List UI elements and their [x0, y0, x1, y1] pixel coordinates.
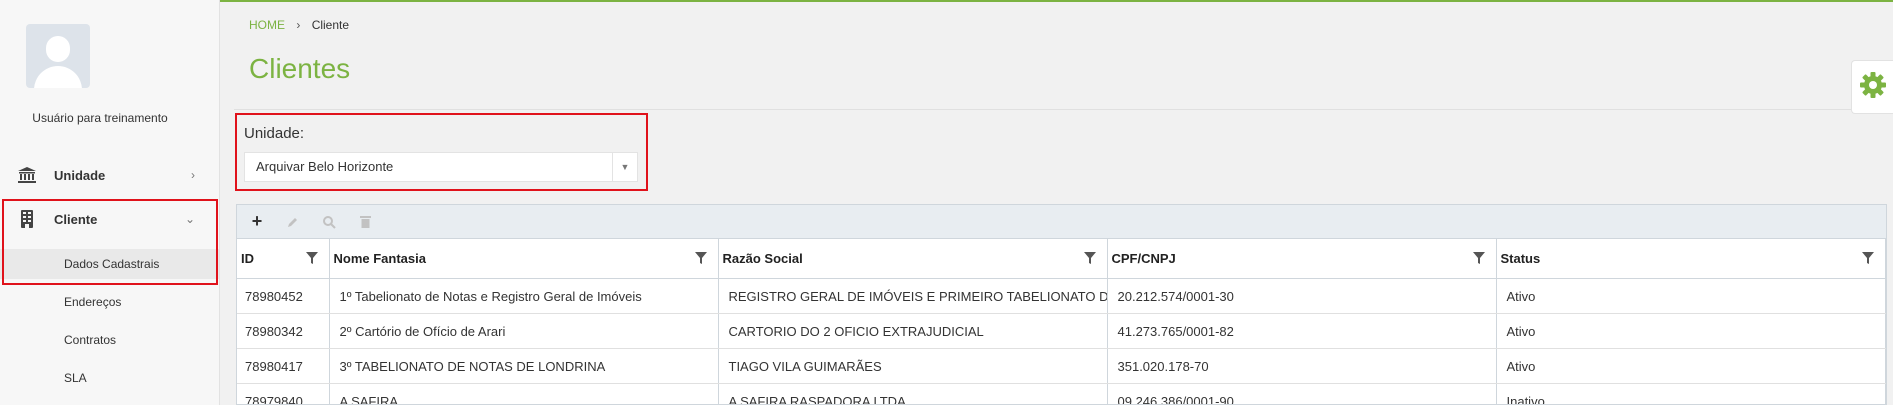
delete-icon[interactable]	[355, 212, 375, 232]
sidebar-item-label: Unidade	[54, 167, 106, 183]
cell-status: Ativo	[1496, 278, 1886, 314]
cell-cpf-cnpj: 41.273.765/0001-82	[1107, 313, 1497, 349]
unidade-selected-value: Arquivar Belo Horizonte	[256, 159, 394, 174]
settings-button[interactable]	[1851, 60, 1893, 114]
grid-toolbar: +	[237, 205, 1886, 239]
avatar-head	[46, 36, 70, 62]
breadcrumb-home-link[interactable]: HOME	[249, 18, 285, 32]
column-header-label: CPF/CNPJ	[1111, 251, 1176, 266]
breadcrumb-current: Cliente	[311, 18, 350, 32]
unidade-label: Unidade:	[244, 125, 305, 142]
avatar-shoulders	[34, 66, 82, 88]
cell-razao-social: A SAFIRA RASPADORA LTDA	[718, 383, 1108, 404]
filter-icon[interactable]	[305, 251, 319, 265]
cell-id: 78980417	[237, 348, 330, 384]
cell-status: Inativo	[1496, 383, 1886, 404]
filter-icon[interactable]	[1472, 251, 1486, 265]
cell-id: 78980342	[237, 313, 330, 349]
cell-status: Ativo	[1496, 313, 1886, 349]
cell-nome-fantasia: 3º TABELIONATO DE NOTAS DE LONDRINA	[329, 348, 719, 384]
sidebar-item-cliente[interactable]: Cliente ⌄	[0, 202, 219, 236]
filter-icon[interactable]	[1861, 251, 1875, 265]
cell-nome-fantasia: 1º Tabelionato de Notas e Registro Geral…	[329, 278, 719, 314]
cell-razao-social: CARTORIO DO 2 OFICIO EXTRAJUDICIAL	[718, 313, 1108, 349]
column-header-label: ID	[241, 251, 254, 266]
table-row[interactable]: 78980417 3º TABELIONATO DE NOTAS DE LOND…	[237, 348, 1886, 384]
gear-icon	[1859, 71, 1887, 104]
dropdown-arrow-icon[interactable]: ▼	[612, 153, 637, 181]
cell-cpf-cnpj: 351.020.178-70	[1107, 348, 1497, 384]
column-header-label: Nome Fantasia	[333, 251, 426, 266]
table-row[interactable]: 78980342 2º Cartório de Ofício de Arari …	[237, 313, 1886, 349]
table-row[interactable]: 78979840 A SAFIRA A SAFIRA RASPADORA LTD…	[237, 383, 1886, 404]
table-header-row: ID Nome Fantasia Razão Social CPF/CNPJ S…	[237, 239, 1886, 279]
sidebar-item-label: Cliente	[54, 211, 98, 227]
cell-razao-social: REGISTRO GERAL DE IMÓVEIS E PRIMEIRO TAB…	[718, 278, 1108, 314]
chevron-down-icon: ⌄	[184, 212, 195, 226]
clients-table: ID Nome Fantasia Razão Social CPF/CNPJ S…	[237, 239, 1886, 404]
column-header-label: Razão Social	[722, 251, 803, 266]
cell-cpf-cnpj: 09.246.386/0001-90	[1107, 383, 1497, 404]
column-header-status[interactable]: Status	[1496, 239, 1886, 279]
title-divider	[234, 109, 1893, 110]
sidebar-subitem-contratos[interactable]: Contratos	[0, 325, 219, 355]
breadcrumb: HOME › Cliente	[249, 18, 349, 32]
cell-cpf-cnpj: 20.212.574/0001-30	[1107, 278, 1497, 314]
search-icon[interactable]	[319, 212, 339, 232]
top-accent-line	[0, 0, 1893, 2]
cell-id: 78980452	[237, 278, 330, 314]
sidebar-subitem-dados-cadastrais[interactable]: Dados Cadastrais	[0, 249, 219, 279]
bank-icon	[18, 166, 36, 184]
column-header-cpf-cnpj[interactable]: CPF/CNPJ	[1107, 239, 1497, 279]
unidade-select[interactable]: Arquivar Belo Horizonte ▼	[244, 152, 638, 182]
cell-nome-fantasia: A SAFIRA	[329, 383, 719, 404]
user-name: Usuário para treinamento	[32, 111, 168, 125]
column-header-nome-fantasia[interactable]: Nome Fantasia	[329, 239, 719, 279]
cell-id: 78979840	[237, 383, 330, 404]
add-icon[interactable]: +	[247, 211, 267, 232]
clients-grid: + ID Nome Fantasia Razão Social CPF/CNPJ…	[236, 204, 1887, 405]
building-icon	[18, 210, 36, 228]
sidebar: Usuário para treinamento Unidade › Clien…	[0, 0, 220, 405]
sidebar-item-unidade[interactable]: Unidade ›	[0, 158, 219, 192]
sidebar-subitem-sla[interactable]: SLA	[0, 363, 219, 393]
column-header-label: Status	[1500, 251, 1541, 266]
filter-icon[interactable]	[1083, 251, 1097, 265]
column-header-razao-social[interactable]: Razão Social	[718, 239, 1108, 279]
sidebar-subitem-enderecos[interactable]: Endereços	[0, 287, 219, 317]
breadcrumb-separator: ›	[296, 18, 301, 32]
edit-icon[interactable]	[283, 212, 303, 232]
cell-status: Ativo	[1496, 348, 1886, 384]
cell-nome-fantasia: 2º Cartório de Ofício de Arari	[329, 313, 719, 349]
cell-razao-social: TIAGO VILA GUIMARÃES	[718, 348, 1108, 384]
filter-icon[interactable]	[694, 251, 708, 265]
avatar[interactable]	[26, 24, 90, 88]
page-title: Clientes	[249, 53, 351, 84]
chevron-right-icon: ›	[191, 168, 195, 182]
table-row[interactable]: 78980452 1º Tabelionato de Notas e Regis…	[237, 278, 1886, 314]
column-header-id[interactable]: ID	[237, 239, 330, 279]
